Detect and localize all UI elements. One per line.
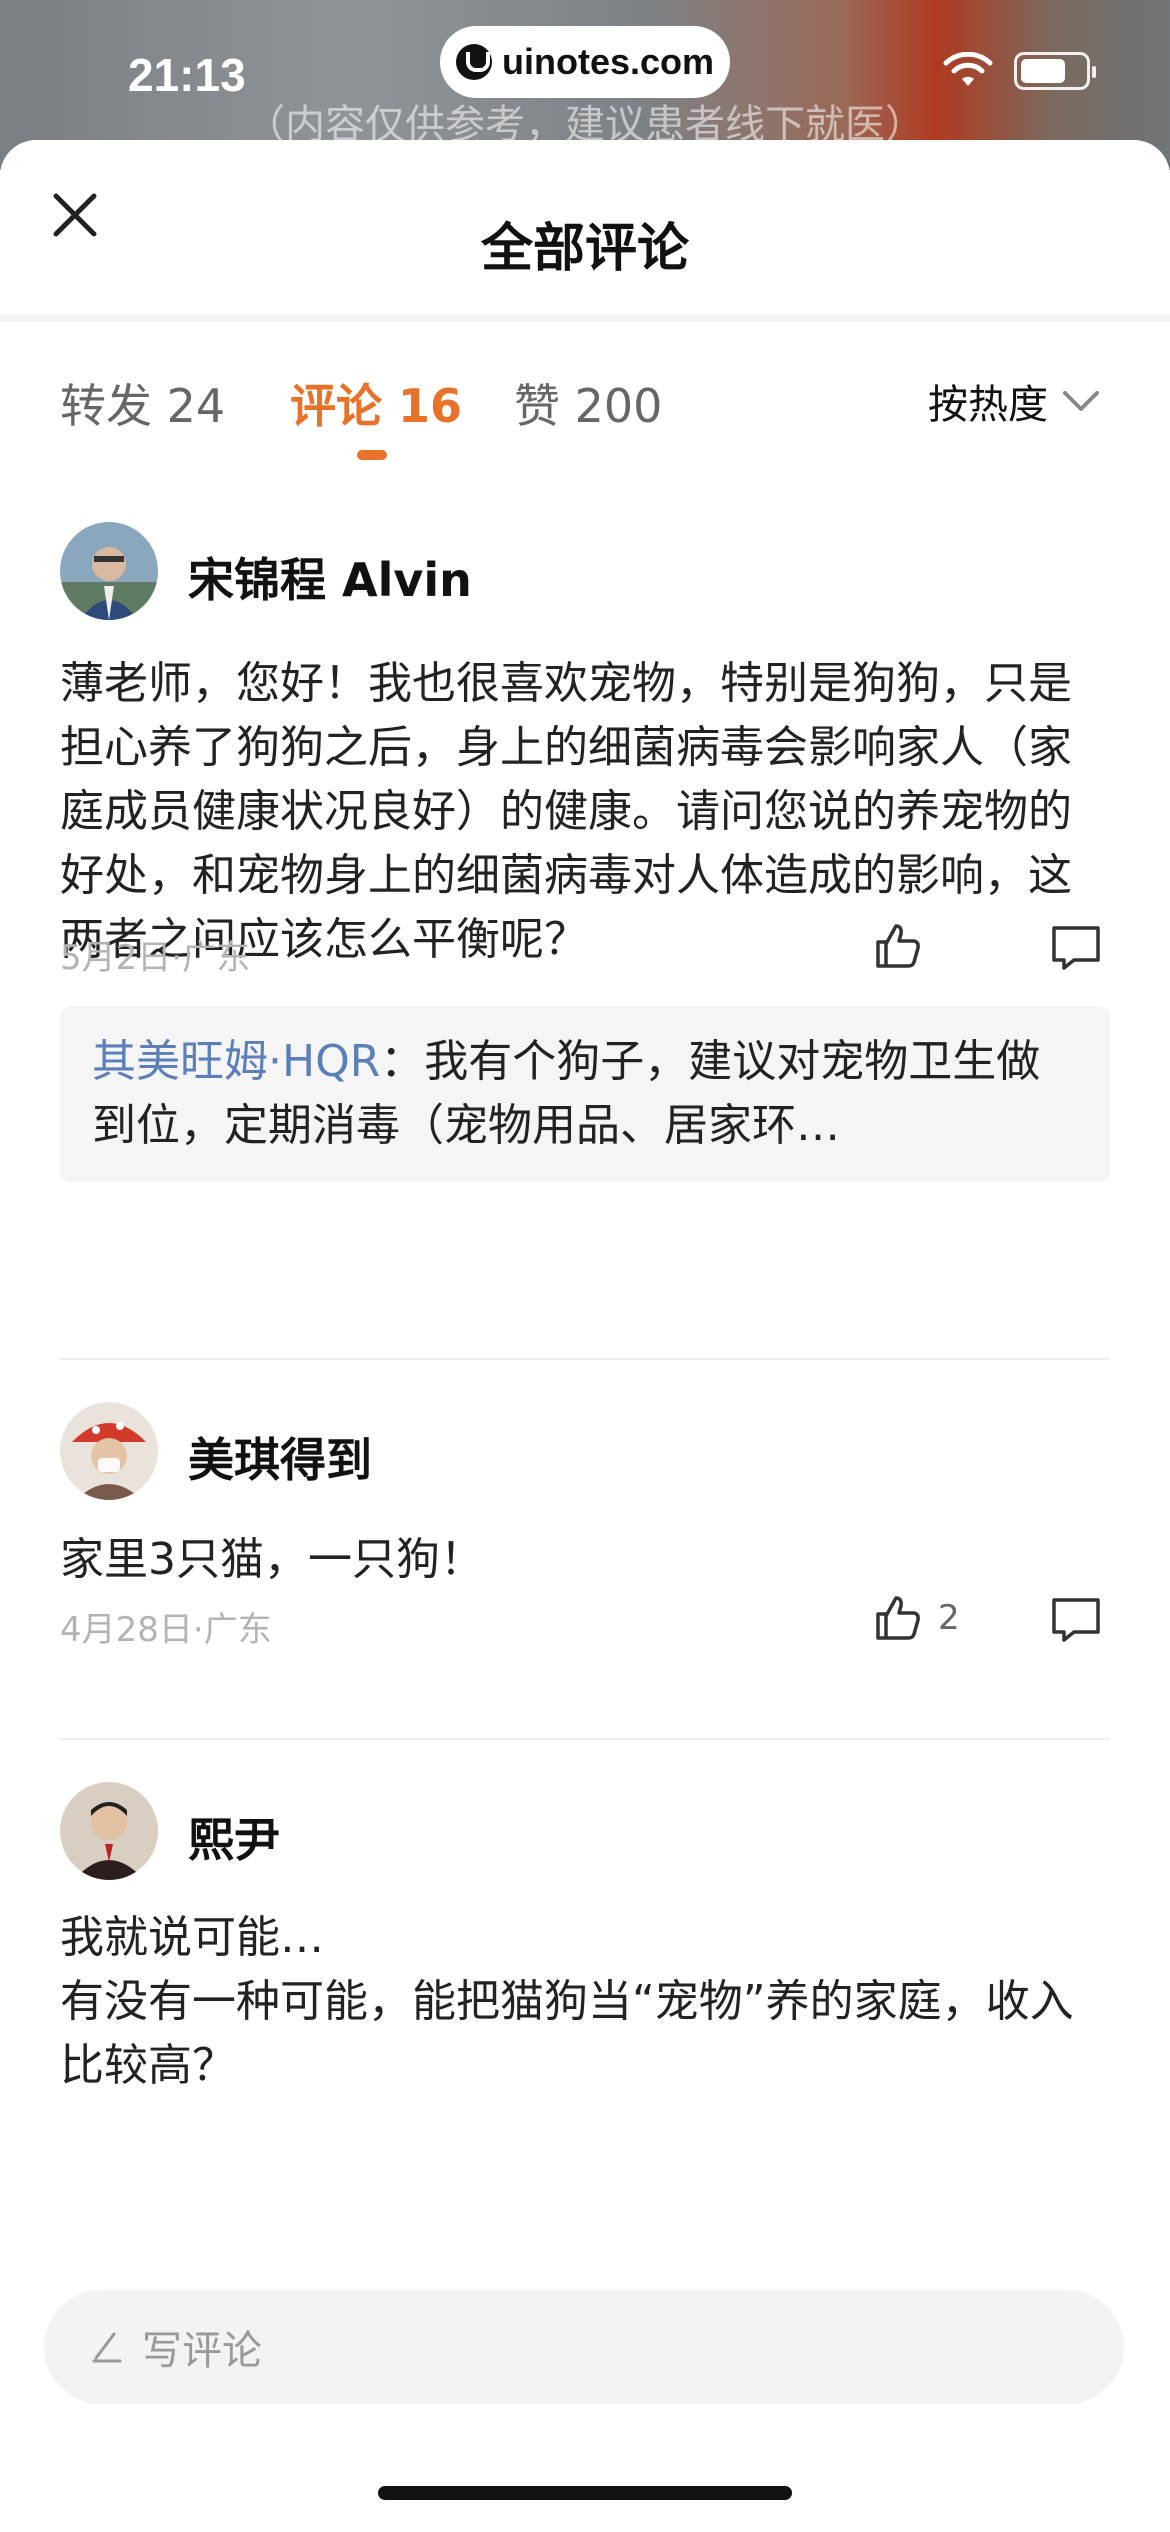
url-text: uinotes.com — [501, 41, 715, 82]
comment-item: 宋锦程 Alvin 薄老师，您好！我也很喜欢宠物，特别是狗狗，只是担心养了狗狗之… — [60, 522, 1110, 1182]
status-icons — [942, 52, 1096, 90]
sort-dropdown[interactable]: 按热度 — [928, 372, 1100, 430]
reply-preview[interactable]: 其美旺姆·HQR：我有个狗子，建议对宠物卫生做到位，定期消毒（宠物用品、居家环… — [60, 1006, 1110, 1182]
page-title: 全部评论 — [480, 219, 689, 279]
comment-author[interactable]: 美琪得到 — [188, 1424, 372, 1490]
reply-comment-icon[interactable] — [1050, 922, 1102, 974]
comment-text-line2: 有没有一种可能，能把猫狗当“宠物”养的家庭，收入比较高？ — [60, 1976, 1074, 2091]
like-button[interactable]: 2 — [872, 1592, 960, 1644]
battery-icon — [1014, 52, 1096, 90]
url-pill[interactable]: uinotes.com — [440, 26, 730, 98]
reply-author[interactable]: 其美旺姆·HQR — [92, 1036, 380, 1087]
tab-bar: 转发 24 评论 16 赞 200 按热度 — [0, 322, 1170, 492]
comment-meta: 4月28日·广东 — [60, 1610, 272, 1650]
tab-likes[interactable]: 赞 200 — [514, 370, 662, 436]
thumbs-up-icon — [876, 1596, 920, 1640]
tab-reposts[interactable]: 转发 24 — [60, 370, 225, 436]
comment-item: 熙尹 我就说可能… 有没有一种可能，能把猫狗当“宠物”养的家庭，收入比较高？ — [60, 1782, 1110, 2122]
comment-text-line1: 我就说可能… — [60, 1912, 324, 1963]
comment-author[interactable]: 宋锦程 Alvin — [188, 544, 472, 610]
like-count: 2 — [938, 1598, 960, 1638]
reply-comment-icon[interactable] — [1050, 1594, 1102, 1646]
write-comment-placeholder: 写评论 — [142, 2328, 262, 2374]
comment-item: 美琪得到 家里3只猫，一只狗！ 4月28日·广东 2 — [60, 1402, 1110, 1650]
status-time: 21:13 — [128, 49, 246, 101]
site-logo-icon — [455, 44, 492, 80]
write-comment-input[interactable]: 写评论 — [44, 2290, 1124, 2404]
home-indicator[interactable] — [378, 2486, 792, 2500]
chevron-down-icon — [1063, 391, 1099, 411]
wifi-icon — [943, 52, 993, 86]
comment-meta: 5月2日·广东 — [60, 938, 251, 978]
pencil-icon — [92, 2332, 122, 2363]
sort-label: 按热度 — [928, 382, 1048, 428]
thumbs-up-icon — [876, 924, 920, 968]
comment-text: 家里3只猫，一只狗！ — [60, 1534, 484, 1585]
comment-author[interactable]: 熙尹 — [188, 1804, 280, 1870]
active-tab-indicator — [357, 450, 387, 460]
divider — [60, 1358, 1110, 1360]
avatar[interactable] — [60, 1782, 158, 1880]
avatar[interactable] — [60, 1402, 158, 1500]
sheet-header: 全部评论 — [0, 140, 1170, 322]
divider — [60, 1738, 1110, 1740]
like-button[interactable] — [872, 920, 938, 972]
comments-sheet: 全部评论 转发 24 评论 16 赞 200 按热度 宋锦程 Alvin 薄老师… — [0, 140, 1170, 2532]
tab-comments[interactable]: 评论 16 — [290, 370, 462, 436]
comment-text: 薄老师，您好！我也很喜欢宠物，特别是狗狗，只是担心养了狗狗之后，身上的细菌病毒会… — [60, 658, 1072, 965]
avatar[interactable] — [60, 522, 158, 620]
